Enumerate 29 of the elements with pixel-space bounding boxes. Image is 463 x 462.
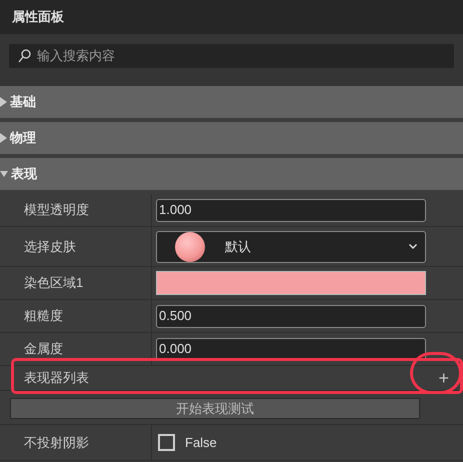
add-button[interactable]: + bbox=[438, 369, 449, 387]
property-label: 不投射阴影 bbox=[24, 434, 89, 452]
property-label: 表现器列表 bbox=[24, 369, 89, 388]
chevron-down-icon bbox=[409, 244, 417, 249]
section-title: 基础 bbox=[10, 93, 36, 112]
property-label: 染色区域1 bbox=[24, 274, 84, 292]
expand-icon bbox=[0, 133, 7, 143]
color-swatch[interactable] bbox=[156, 271, 426, 295]
collapse-icon bbox=[0, 171, 8, 177]
checkbox-label: False bbox=[185, 434, 217, 452]
checkbox[interactable] bbox=[158, 434, 175, 451]
skin-dropdown[interactable]: 默认 bbox=[156, 230, 426, 262]
search-field[interactable]: 输入搜索内容 bbox=[9, 44, 454, 68]
section-title: 表现 bbox=[11, 165, 37, 184]
property-label: 粗糙度 bbox=[24, 307, 63, 326]
panel-title: 属性面板 bbox=[12, 8, 64, 26]
section-header[interactable]: 基础 bbox=[0, 86, 463, 118]
property-label: 模型透明度 bbox=[24, 201, 89, 220]
value-field[interactable]: 0.500 bbox=[156, 304, 426, 328]
value-field[interactable]: 1.000 bbox=[156, 198, 426, 222]
search-icon bbox=[18, 49, 31, 63]
start-button[interactable]: 开始表现测试 bbox=[10, 398, 420, 419]
expand-icon bbox=[0, 97, 7, 107]
property-label: 金属度 bbox=[24, 340, 63, 358]
value-field[interactable]: 0.000 bbox=[156, 338, 426, 360]
property-label: 选择皮肤 bbox=[24, 238, 76, 256]
section-header[interactable]: 表现 bbox=[0, 158, 463, 190]
section-header[interactable]: 物理 bbox=[0, 122, 463, 154]
section-title: 物理 bbox=[10, 129, 36, 148]
